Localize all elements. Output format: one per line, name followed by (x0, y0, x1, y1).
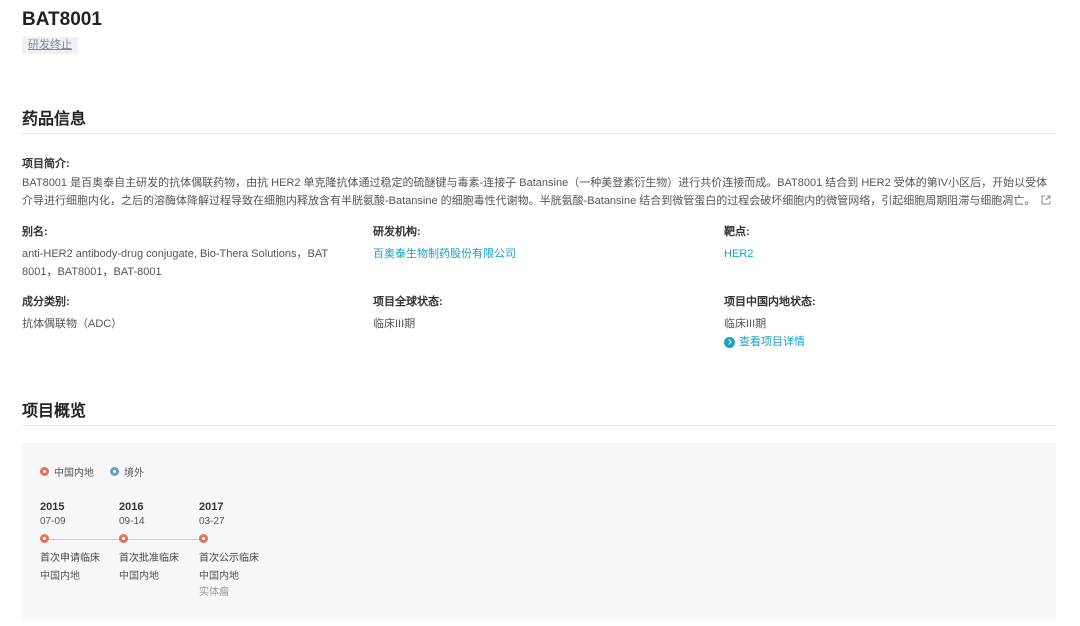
event-year: 2016 (119, 501, 144, 513)
china-status-label: 项目中国内地状态: (724, 296, 816, 308)
intro-text-body: BAT8001 是百奥泰自主研发的抗体偶联药物，由抗 HER2 单克隆抗体通过稳… (22, 177, 1048, 207)
timeline-event: 2017 03-27 首次公示临床 中国内地 实体瘤 (199, 500, 279, 600)
section-title-drug-info: 药品信息 (22, 111, 87, 128)
legend-label: 中国内地 (54, 468, 94, 479)
global-status-value: 临床III期 (373, 318, 416, 330)
alias-value: anti-HER2 antibody-drug conjugate, Bio-T… (22, 248, 328, 278)
event-date: 07-09 (40, 516, 66, 527)
org-label: 研发机构: (373, 226, 421, 238)
external-link-icon[interactable] (1041, 195, 1051, 205)
global-status-label: 项目全球状态: (373, 296, 443, 308)
component-label: 成分类别: (22, 296, 70, 308)
field-alias: 别名: anti-HER2 antibody-drug conjugate, B… (22, 225, 342, 281)
event-region: 中国内地 (199, 571, 239, 582)
status-badge[interactable]: 研发终止 (22, 37, 78, 54)
event-marker-icon[interactable] (199, 534, 208, 543)
arrow-circle-icon (724, 336, 735, 348)
alias-label: 别名: (22, 226, 48, 238)
field-global-status: 项目全球状态: 临床III期 (373, 295, 693, 333)
event-date: 09-14 (119, 516, 145, 527)
org-link[interactable]: 百奥泰生物制药股份有限公司 (373, 245, 693, 263)
event-year: 2017 (199, 501, 224, 513)
event-indication: 实体瘤 (199, 587, 229, 598)
event-title: 首次申请临床 (40, 553, 100, 564)
field-target: 靶点: HER2 (724, 225, 1044, 263)
event-title: 首次批准临床 (119, 553, 179, 564)
china-status-value: 临床III期 (724, 318, 767, 330)
target-link[interactable]: HER2 (724, 245, 1044, 263)
event-title: 首次公示临床 (199, 553, 259, 564)
event-date: 03-27 (199, 516, 225, 527)
section-divider (22, 133, 1056, 134)
drug-header: BAT8001 研发终止 (22, 9, 102, 54)
timeline-event: 2016 09-14 首次批准临床 中国内地 (119, 500, 199, 584)
view-details-label: 查看项目详情 (739, 336, 805, 348)
section-title-overview: 项目概览 (22, 403, 87, 420)
legend-item-overseas[interactable]: 境外 (110, 464, 144, 479)
overseas-dot-icon (110, 467, 119, 476)
section-divider (22, 425, 1056, 426)
legend-label: 境外 (124, 468, 144, 479)
event-marker-icon[interactable] (40, 534, 49, 543)
event-region: 中国内地 (40, 571, 80, 582)
component-value: 抗体偶联物（ADC） (22, 318, 123, 330)
field-component: 成分类别: 抗体偶联物（ADC） (22, 295, 342, 333)
drug-title: BAT8001 (22, 9, 102, 30)
target-label: 靶点: (724, 226, 750, 238)
timeline-legend: 中国内地 境外 (40, 464, 160, 479)
view-details-link[interactable]: 查看项目详情 (724, 335, 1044, 349)
timeline-event: 2015 07-09 首次申请临床 中国内地 (40, 500, 120, 584)
event-region: 中国内地 (119, 571, 159, 582)
field-china-status: 项目中国内地状态: 临床III期 查看项目详情 (724, 295, 1044, 349)
field-organization: 研发机构: 百奥泰生物制药股份有限公司 (373, 225, 693, 263)
event-year: 2015 (40, 501, 65, 513)
event-marker-icon[interactable] (119, 534, 128, 543)
intro-text: BAT8001 是百奥泰自主研发的抗体偶联药物，由抗 HER2 单克隆抗体通过稳… (22, 174, 1056, 210)
intro-label: 项目简介: (22, 158, 70, 170)
timeline-panel: 中国内地 境外 2015 07-09 首次申请临床 中国内地 2016 09-1… (22, 443, 1056, 620)
china-dot-icon (40, 467, 49, 476)
legend-item-china[interactable]: 中国内地 (40, 464, 94, 479)
